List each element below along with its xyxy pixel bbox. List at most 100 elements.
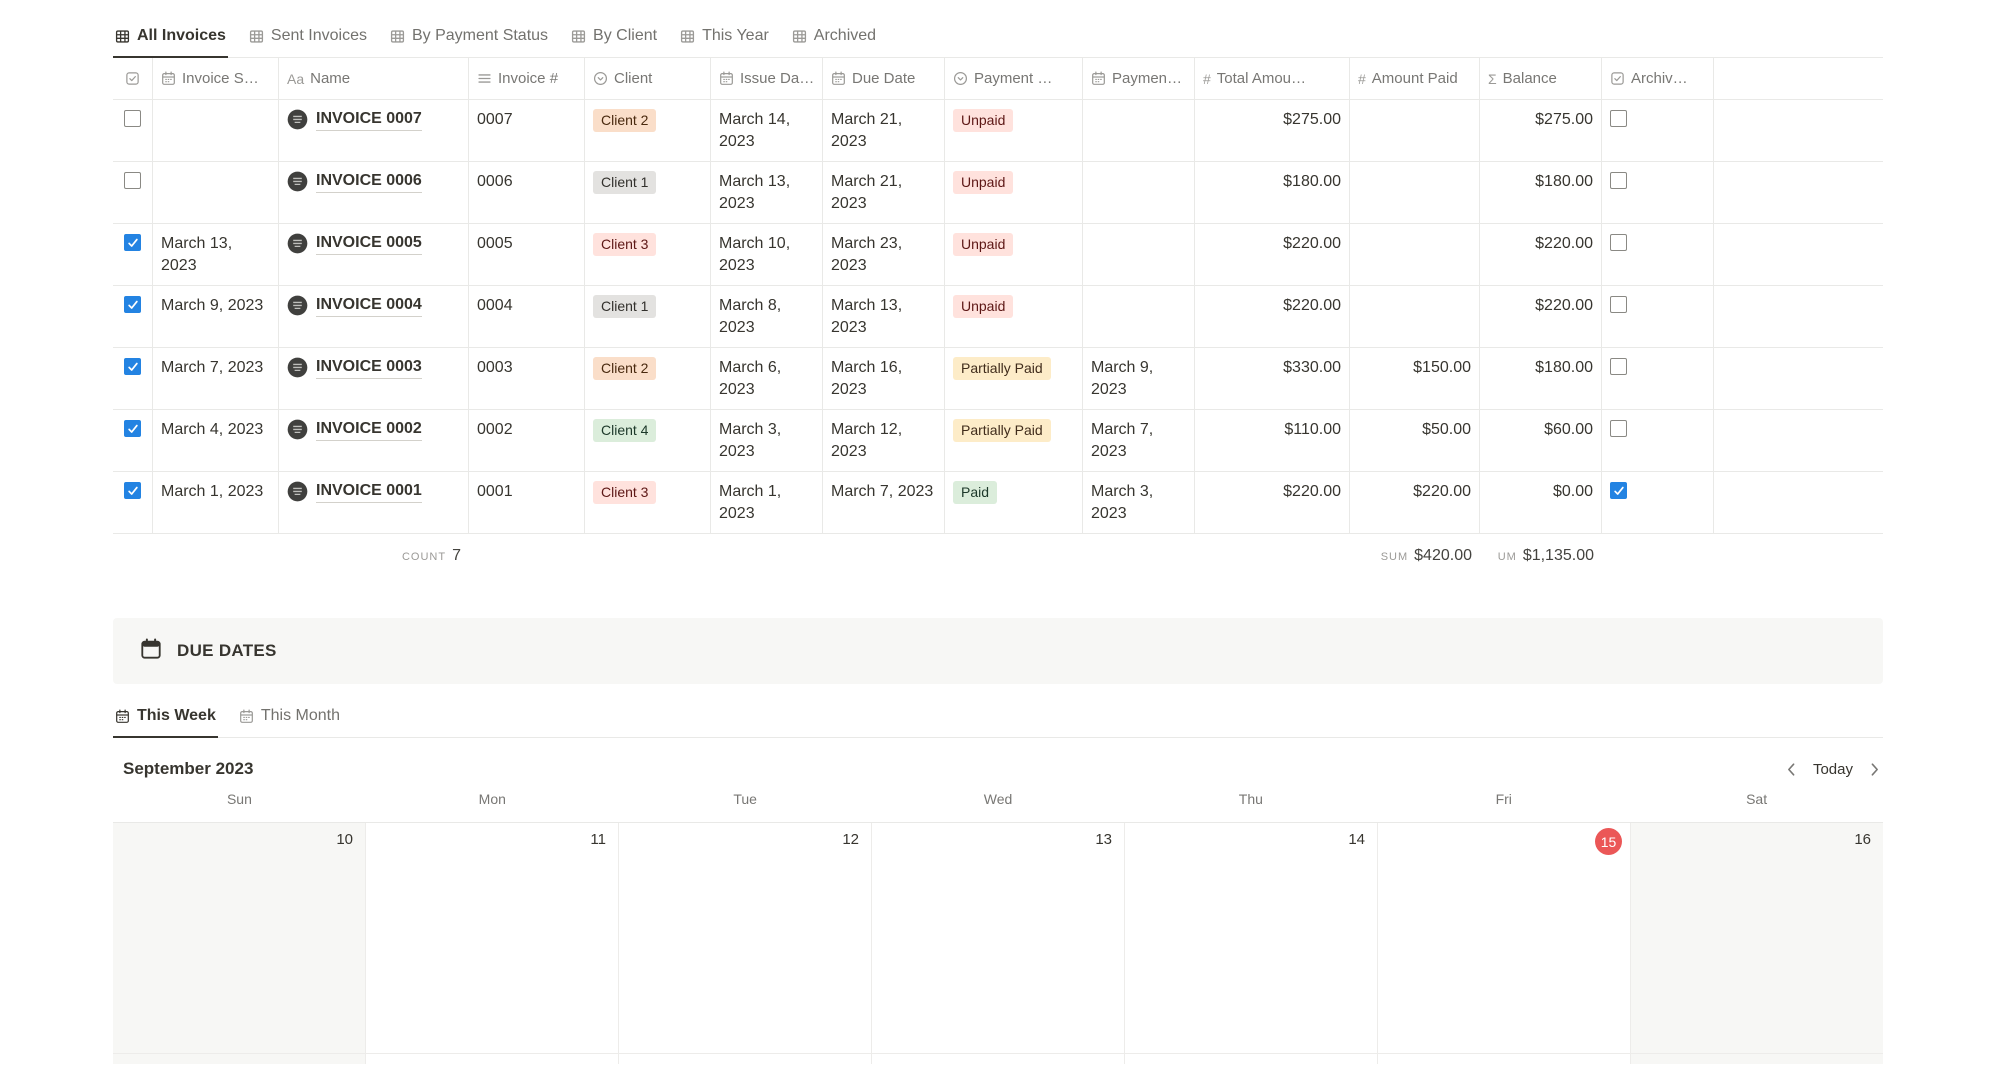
view-tab-all-invoices[interactable]: All Invoices (113, 20, 228, 58)
payment-date-cell[interactable]: March 7, 2023 (1083, 410, 1195, 471)
total-amount-cell[interactable]: $180.00 (1195, 162, 1350, 223)
amount-paid-cell[interactable] (1350, 162, 1480, 223)
client-cell[interactable]: Client 1 (585, 162, 711, 223)
column-header-payment_status[interactable]: Payment … (945, 58, 1083, 99)
issue-date-cell[interactable]: March 8, 2023 (711, 286, 823, 347)
sum-aggregate-balance[interactable]: UM$1,135.00 (1480, 534, 1602, 582)
page-link[interactable]: INVOICE 0005 (287, 233, 460, 255)
issue-date-cell[interactable]: March 13, 2023 (711, 162, 823, 223)
amount-paid-cell[interactable] (1350, 224, 1480, 285)
payment-date-cell[interactable] (1083, 224, 1195, 285)
invoice-sent-cell[interactable]: March 9, 2023 (153, 286, 279, 347)
payment-date-cell[interactable] (1083, 286, 1195, 347)
calendar-day-cell[interactable] (1377, 1054, 1630, 1064)
page-link[interactable]: INVOICE 0006 (287, 171, 460, 193)
total-amount-cell[interactable]: $110.00 (1195, 410, 1350, 471)
amount-paid-cell[interactable] (1350, 100, 1480, 161)
name-cell[interactable]: INVOICE 0007 (279, 100, 469, 161)
payment-status-cell[interactable]: Paid (945, 472, 1083, 533)
total-amount-cell[interactable]: $220.00 (1195, 224, 1350, 285)
calendar-day-cell[interactable] (1124, 1054, 1377, 1064)
page-link[interactable]: INVOICE 0004 (287, 295, 460, 317)
invoice-number-cell[interactable]: 0007 (469, 100, 585, 161)
invoice-sent-cell[interactable] (153, 100, 279, 161)
page-link[interactable]: INVOICE 0002 (287, 419, 460, 441)
invoice-page-title[interactable]: INVOICE 0005 (316, 233, 422, 255)
payment-status-cell[interactable]: Partially Paid (945, 410, 1083, 471)
total-amount-cell[interactable]: $220.00 (1195, 472, 1350, 533)
column-header-invoice_no[interactable]: Invoice # (469, 58, 585, 99)
payment-status-cell[interactable]: Unpaid (945, 162, 1083, 223)
client-cell[interactable]: Client 2 (585, 100, 711, 161)
row-select-checkbox[interactable] (124, 172, 141, 189)
view-tab-by-payment-status[interactable]: By Payment Status (388, 20, 550, 58)
archived-checkbox[interactable] (1610, 420, 1627, 437)
client-cell[interactable]: Client 4 (585, 410, 711, 471)
balance-cell[interactable]: $275.00 (1480, 100, 1602, 161)
name-cell[interactable]: INVOICE 0003 (279, 348, 469, 409)
payment-date-cell[interactable]: March 9, 2023 (1083, 348, 1195, 409)
amount-paid-cell[interactable] (1350, 286, 1480, 347)
total-amount-cell[interactable]: $220.00 (1195, 286, 1350, 347)
calendar-day-cell[interactable]: 10 (113, 823, 365, 1053)
due-date-cell[interactable]: March 7, 2023 (823, 472, 945, 533)
invoice-number-cell[interactable]: 0003 (469, 348, 585, 409)
column-header-invoice_sent[interactable]: Invoice S… (153, 58, 279, 99)
row-select-checkbox[interactable] (124, 482, 141, 499)
row-select-checkbox[interactable] (124, 234, 141, 251)
invoice-page-title[interactable]: INVOICE 0002 (316, 419, 422, 441)
archived-checkbox[interactable] (1610, 358, 1627, 375)
invoice-number-cell[interactable]: 0001 (469, 472, 585, 533)
balance-cell[interactable]: $180.00 (1480, 348, 1602, 409)
chevron-right-icon[interactable] (1866, 761, 1883, 778)
client-cell[interactable]: Client 1 (585, 286, 711, 347)
calendar-day-cell[interactable]: 16 (1630, 823, 1883, 1053)
row-select-checkbox[interactable] (124, 420, 141, 437)
archived-checkbox[interactable] (1610, 296, 1627, 313)
client-cell[interactable]: Client 3 (585, 224, 711, 285)
row-select-checkbox[interactable] (124, 110, 141, 127)
invoice-page-title[interactable]: INVOICE 0007 (316, 109, 422, 131)
view-tab-sent-invoices[interactable]: Sent Invoices (247, 20, 369, 58)
invoice-page-title[interactable]: INVOICE 0001 (316, 481, 422, 503)
balance-cell[interactable]: $180.00 (1480, 162, 1602, 223)
archived-checkbox[interactable] (1610, 172, 1627, 189)
count-aggregate[interactable]: COUNT7 (279, 534, 469, 582)
due-date-cell[interactable]: March 12, 2023 (823, 410, 945, 471)
payment-status-cell[interactable]: Partially Paid (945, 348, 1083, 409)
payment-date-cell[interactable] (1083, 100, 1195, 161)
due-date-cell[interactable]: March 23, 2023 (823, 224, 945, 285)
archived-checkbox[interactable] (1610, 110, 1627, 127)
chevron-left-icon[interactable] (1783, 761, 1800, 778)
today-button[interactable]: Today (1813, 761, 1853, 778)
page-link[interactable]: INVOICE 0001 (287, 481, 460, 503)
issue-date-cell[interactable]: March 1, 2023 (711, 472, 823, 533)
calendar-day-cell[interactable]: 12 (618, 823, 871, 1053)
payment-status-cell[interactable]: Unpaid (945, 286, 1083, 347)
balance-cell[interactable]: $0.00 (1480, 472, 1602, 533)
calendar-day-cell[interactable]: 11 (365, 823, 618, 1053)
calendar-day-cell[interactable] (113, 1054, 365, 1064)
calendar-day-cell[interactable] (871, 1054, 1124, 1064)
column-header-client[interactable]: Client (585, 58, 711, 99)
client-cell[interactable]: Client 3 (585, 472, 711, 533)
sum-aggregate-amount-paid[interactable]: SUM$420.00 (1350, 534, 1480, 582)
row-select-checkbox[interactable] (124, 358, 141, 375)
due-date-cell[interactable]: March 13, 2023 (823, 286, 945, 347)
invoice-page-title[interactable]: INVOICE 0003 (316, 357, 422, 379)
view-tab-by-client[interactable]: By Client (569, 20, 659, 58)
issue-date-cell[interactable]: March 14, 2023 (711, 100, 823, 161)
payment-status-cell[interactable]: Unpaid (945, 100, 1083, 161)
invoice-sent-cell[interactable]: March 13, 2023 (153, 224, 279, 285)
page-link[interactable]: INVOICE 0003 (287, 357, 460, 379)
due-date-cell[interactable]: March 16, 2023 (823, 348, 945, 409)
due-dates-tab-this-week[interactable]: This Week (113, 700, 218, 738)
column-header-sel[interactable] (113, 58, 153, 99)
invoice-number-cell[interactable]: 0004 (469, 286, 585, 347)
invoice-sent-cell[interactable]: March 7, 2023 (153, 348, 279, 409)
column-header-archived[interactable]: Archiv… (1602, 58, 1714, 99)
due-dates-tab-this-month[interactable]: This Month (237, 700, 342, 738)
column-header-payment_date[interactable]: Paymen… (1083, 58, 1195, 99)
page-link[interactable]: INVOICE 0007 (287, 109, 460, 131)
invoice-sent-cell[interactable] (153, 162, 279, 223)
